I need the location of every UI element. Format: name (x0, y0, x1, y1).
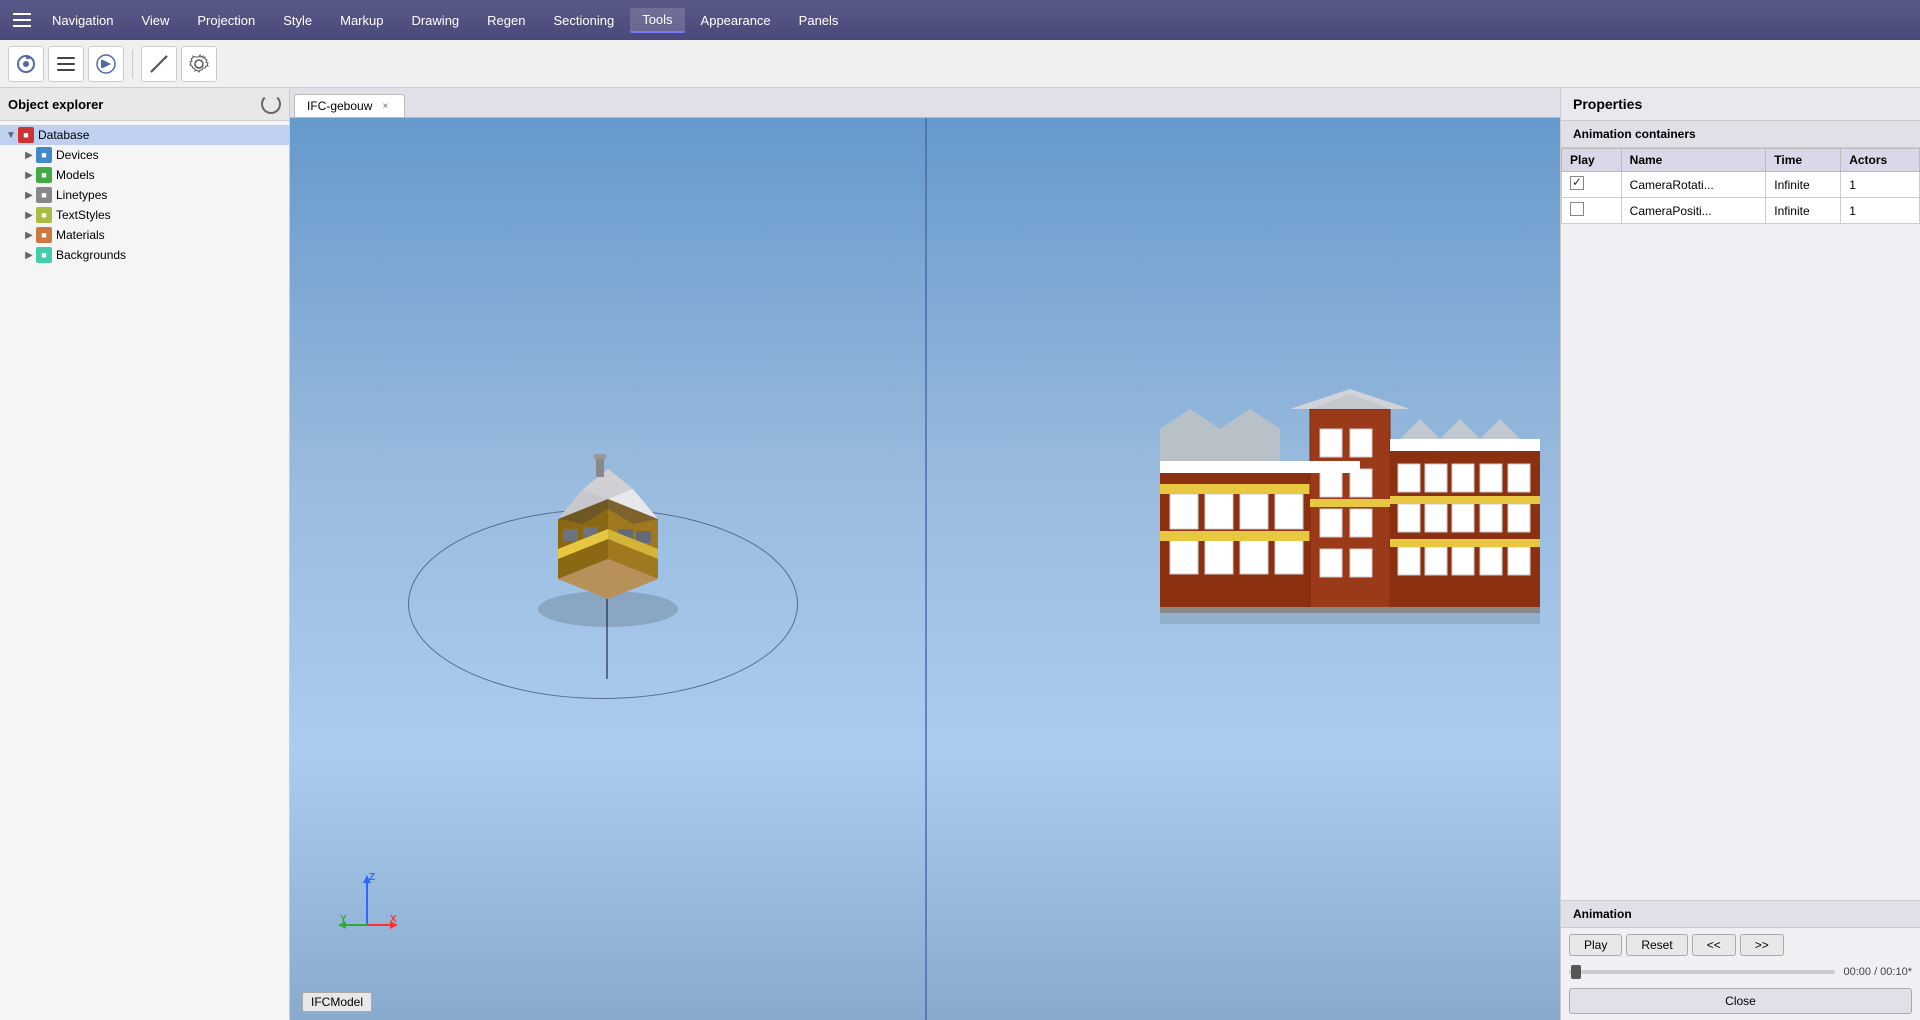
anim-row-2-name: CameraPositi... (1621, 198, 1766, 224)
sidebar-title: Object explorer (8, 97, 103, 112)
tab-label: IFC-gebouw (307, 99, 372, 113)
anim-row-2-play[interactable] (1562, 198, 1622, 224)
icon-linetypes: ■ (36, 187, 52, 203)
icon-database: ■ (18, 127, 34, 143)
col-name: Name (1621, 149, 1766, 172)
play-checkbox-2[interactable] (1570, 202, 1584, 216)
expand-linetypes[interactable]: ▶ (22, 190, 36, 201)
menu-tools[interactable]: Tools (630, 8, 684, 33)
tree-item-linetypes[interactable]: ▶ ■ Linetypes (0, 185, 289, 205)
play-tool-button[interactable] (88, 46, 124, 82)
svg-text:Y: Y (340, 914, 347, 925)
close-button[interactable]: Close (1569, 988, 1912, 1014)
refresh-button[interactable] (261, 94, 281, 114)
object-explorer-panel: Object explorer ▼ ■ Database ▶ ■ Devices… (0, 88, 290, 1020)
viewport-vertical-divider (925, 118, 927, 1020)
tree-item-materials[interactable]: ▶ ■ Materials (0, 225, 289, 245)
play-checkbox-1[interactable] (1570, 176, 1584, 190)
prev-button[interactable]: << (1692, 934, 1736, 956)
animation-slider-track[interactable] (1569, 970, 1835, 974)
building-isometric-left (508, 419, 708, 639)
play-button[interactable]: Play (1569, 934, 1622, 956)
expand-models[interactable]: ▶ (22, 170, 36, 181)
svg-text:X: X (390, 914, 397, 925)
toolbar-separator-1 (132, 50, 133, 78)
animation-slider-row: 00:00 / 00:10* (1561, 962, 1920, 982)
menu-regen[interactable]: Regen (475, 9, 537, 32)
viewport-container: IFC-gebouw × (290, 88, 1560, 1020)
animation-table: Play Name Time Actors CameraRotati... In… (1561, 148, 1920, 224)
icon-models: ■ (36, 167, 52, 183)
expand-database[interactable]: ▼ (4, 130, 18, 141)
icon-materials: ■ (36, 227, 52, 243)
expand-backgrounds[interactable]: ▶ (22, 250, 36, 261)
menu-style[interactable]: Style (271, 9, 324, 32)
expand-devices[interactable]: ▶ (22, 150, 36, 161)
object-tree: ▼ ■ Database ▶ ■ Devices ▶ ■ Models ▶ ■ … (0, 121, 289, 1020)
anim-row-1-name: CameraRotati... (1621, 172, 1766, 198)
animation-time: 00:00 / 00:10* (1843, 966, 1912, 978)
anim-row-1-play[interactable] (1562, 172, 1622, 198)
properties-spacer (1561, 224, 1920, 900)
main-layout: Object explorer ▼ ■ Database ▶ ■ Devices… (0, 88, 1920, 1020)
menu-panels[interactable]: Panels (787, 9, 851, 32)
anim-row-1-time: Infinite (1766, 172, 1841, 198)
col-actors: Actors (1841, 149, 1920, 172)
toolbar (0, 40, 1920, 88)
tab-ifc-gebouw[interactable]: IFC-gebouw × (294, 94, 405, 117)
menu-view[interactable]: View (129, 9, 181, 32)
tree-item-database[interactable]: ▼ ■ Database (0, 125, 289, 145)
next-button[interactable]: >> (1740, 934, 1784, 956)
properties-panel: Properties Animation containers Play Nam… (1560, 88, 1920, 1020)
icon-textstyles: ■ (36, 207, 52, 223)
col-time: Time (1766, 149, 1841, 172)
properties-title: Properties (1561, 88, 1920, 121)
menu-sectioning[interactable]: Sectioning (541, 9, 626, 32)
tab-bar: IFC-gebouw × (290, 88, 1560, 118)
3d-viewport[interactable]: Z X Y IFCModel (290, 118, 1560, 1020)
menu-markup[interactable]: Markup (328, 9, 395, 32)
tab-close-button[interactable]: × (378, 99, 392, 113)
hamburger-menu[interactable] (8, 6, 36, 34)
sidebar-header: Object explorer (0, 88, 289, 121)
animation-section-header: Animation (1561, 901, 1920, 928)
animation-slider-thumb[interactable] (1571, 965, 1581, 979)
icon-devices: ■ (36, 147, 52, 163)
tree-item-devices[interactable]: ▶ ■ Devices (0, 145, 289, 165)
list-tool-button[interactable] (48, 46, 84, 82)
tree-item-backgrounds[interactable]: ▶ ■ Backgrounds (0, 245, 289, 265)
menu-projection[interactable]: Projection (185, 9, 267, 32)
building-frontal-right (1160, 389, 1540, 649)
expand-textstyles[interactable]: ▶ (22, 210, 36, 221)
anim-row-2-actors: 1 (1841, 198, 1920, 224)
menu-drawing[interactable]: Drawing (399, 9, 471, 32)
rotate-tool-button[interactable] (8, 46, 44, 82)
expand-materials[interactable]: ▶ (22, 230, 36, 241)
reset-button[interactable]: Reset (1626, 934, 1687, 956)
animation-controls: Animation Play Reset << >> 00:00 / 00:10… (1561, 900, 1920, 1020)
menu-appearance[interactable]: Appearance (689, 9, 783, 32)
anim-row-1: CameraRotati... Infinite 1 (1562, 172, 1920, 198)
col-play: Play (1562, 149, 1622, 172)
coordinate-axes: Z X Y (335, 870, 400, 935)
icon-backgrounds: ■ (36, 247, 52, 263)
anim-row-2: CameraPositi... Infinite 1 (1562, 198, 1920, 224)
animation-containers-section: Animation containers Play Name Time Acto… (1561, 121, 1920, 224)
animation-containers-header: Animation containers (1561, 121, 1920, 148)
tree-item-textstyles[interactable]: ▶ ■ TextStyles (0, 205, 289, 225)
menu-navigation[interactable]: Navigation (40, 9, 125, 32)
animation-buttons-row: Play Reset << >> (1561, 928, 1920, 962)
measure-tool-button[interactable] (141, 46, 177, 82)
anim-row-2-time: Infinite (1766, 198, 1841, 224)
svg-text:Z: Z (369, 872, 375, 883)
tree-item-models[interactable]: ▶ ■ Models (0, 165, 289, 185)
viewport-model-label[interactable]: IFCModel (302, 992, 372, 1012)
anim-row-1-actors: 1 (1841, 172, 1920, 198)
settings-tool-button[interactable] (181, 46, 217, 82)
menubar: Navigation View Projection Style Markup … (0, 0, 1920, 40)
